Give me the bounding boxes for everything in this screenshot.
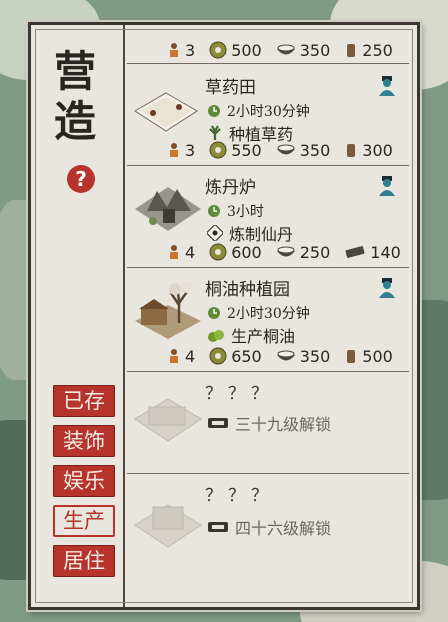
wood-cost: 250 <box>362 40 393 60</box>
herb-field-image <box>134 92 198 132</box>
rice-bowl-icon <box>276 44 295 55</box>
building-list[interactable]: 3 500 350 250 草药田 2小时30分钟 种植草药 3 550 350… <box>127 31 409 601</box>
worker-cost: 3 <box>185 40 196 60</box>
product-line: 生产桐油 <box>207 323 295 347</box>
material-cost: 140 <box>370 242 401 262</box>
material-cost: 500 <box>362 346 393 366</box>
cost-row: 3 500 350 250 <box>167 39 403 61</box>
title-char-2: 造 <box>53 97 96 146</box>
wood-icon <box>347 44 356 57</box>
coin-icon <box>209 41 227 59</box>
help-button[interactable]: ? <box>67 165 95 193</box>
rice-bowl-icon <box>276 246 295 257</box>
cost-row: 3 550 350 300 <box>167 139 403 161</box>
build-time-value: 2小时30分钟 <box>227 306 310 322</box>
tung-oil-plantation-image <box>135 281 201 339</box>
alchemy-furnace-image <box>135 187 201 231</box>
rice-cost: 250 <box>299 242 331 262</box>
build-time-value: 3小时 <box>227 204 264 220</box>
worker-icon <box>170 245 178 259</box>
coin-icon <box>209 347 227 365</box>
worker-icon <box>170 349 178 363</box>
villager-icon <box>379 176 395 196</box>
title-char-1: 营 <box>53 47 96 96</box>
tung-fruit-icon <box>208 330 224 342</box>
wood-icon <box>347 350 356 363</box>
rice-cost: 350 <box>299 346 331 366</box>
category-tab-residence[interactable]: 居住 <box>53 545 115 577</box>
wood-icon <box>347 144 356 157</box>
timer-icon <box>208 205 220 217</box>
lock-icon <box>208 418 228 428</box>
worker-cost: 3 <box>185 140 196 160</box>
divider <box>127 63 409 64</box>
building-name: 炼丹炉 <box>205 178 256 198</box>
building-card-locked[interactable]: ？？？ 三十九级解锁 <box>127 373 409 473</box>
villager-icon <box>379 278 395 298</box>
category-tab-entertainment[interactable]: 娱乐 <box>53 465 115 497</box>
worker-icon <box>170 143 178 157</box>
unlock-requirement: 三十九级解锁 <box>207 411 331 435</box>
category-tab-production[interactable]: 生产 <box>53 505 115 537</box>
category-sidebar: 营 造 ? 已存 装饰 娱乐 生产 居住 <box>31 25 125 607</box>
rice-bowl-icon <box>276 144 295 155</box>
locked-building-silhouette <box>134 504 202 548</box>
category-tab-stored[interactable]: 已存 <box>53 385 115 417</box>
coin-cost: 500 <box>231 40 262 60</box>
building-name: 草药田 <box>205 78 256 98</box>
product-name: 生产桐油 <box>231 327 296 346</box>
building-name: ？？？ <box>205 486 274 506</box>
locked-building-silhouette <box>134 398 202 442</box>
build-time: 2小时30分钟 <box>207 101 310 121</box>
pill-icon <box>207 225 223 241</box>
worker-cost: 4 <box>185 346 196 366</box>
unlock-level: 三十九级解锁 <box>235 415 332 434</box>
category-tab-decoration[interactable]: 装饰 <box>53 425 115 457</box>
building-name: ？？？ <box>205 384 274 404</box>
unlock-requirement: 四十六级解锁 <box>207 515 331 539</box>
stone-icon <box>345 246 365 258</box>
coin-cost: 600 <box>231 242 262 262</box>
building-card-tung-oil-plantation[interactable]: 桐油种植园 2小时30分钟 生产桐油 4 650 350 500 <box>127 269 409 369</box>
coin-cost: 650 <box>231 346 262 366</box>
worker-cost: 4 <box>185 242 196 262</box>
building-card-alchemy-furnace[interactable]: 炼丹炉 3小时 炼制仙丹 4 600 250 140 <box>127 167 409 267</box>
material-cost: 300 <box>362 140 393 160</box>
construction-panel: 营 造 ? 已存 装饰 娱乐 生产 居住 3 500 350 250 草药田 2… <box>28 22 420 610</box>
build-time: 3小时 <box>207 201 264 221</box>
rice-bowl-icon <box>276 350 295 361</box>
build-time: 2小时30分钟 <box>207 303 310 323</box>
divider <box>127 267 409 268</box>
lock-icon <box>208 522 228 532</box>
cost-row: 4 650 350 500 <box>167 345 403 367</box>
coin-icon <box>209 141 227 159</box>
rice-cost: 350 <box>299 140 331 160</box>
building-card-locked[interactable]: ？？？ 四十六级解锁 <box>127 475 409 575</box>
building-name: 桐油种植园 <box>205 280 290 300</box>
panel-title: 营 造 <box>45 47 105 147</box>
timer-icon <box>208 105 220 117</box>
divider <box>127 165 409 166</box>
rice-cost: 350 <box>299 40 331 60</box>
building-card-herb-field[interactable]: 草药田 2小时30分钟 种植草药 3 550 350 300 <box>127 65 409 165</box>
divider <box>127 473 409 474</box>
coin-icon <box>209 243 227 261</box>
villager-icon <box>379 76 395 96</box>
cost-row: 4 600 250 140 <box>167 241 403 263</box>
unlock-level: 四十六级解锁 <box>235 519 332 538</box>
build-time-value: 2小时30分钟 <box>227 104 310 120</box>
timer-icon <box>208 307 220 319</box>
worker-icon <box>170 43 178 57</box>
divider <box>127 371 409 372</box>
coin-cost: 550 <box>231 140 262 160</box>
